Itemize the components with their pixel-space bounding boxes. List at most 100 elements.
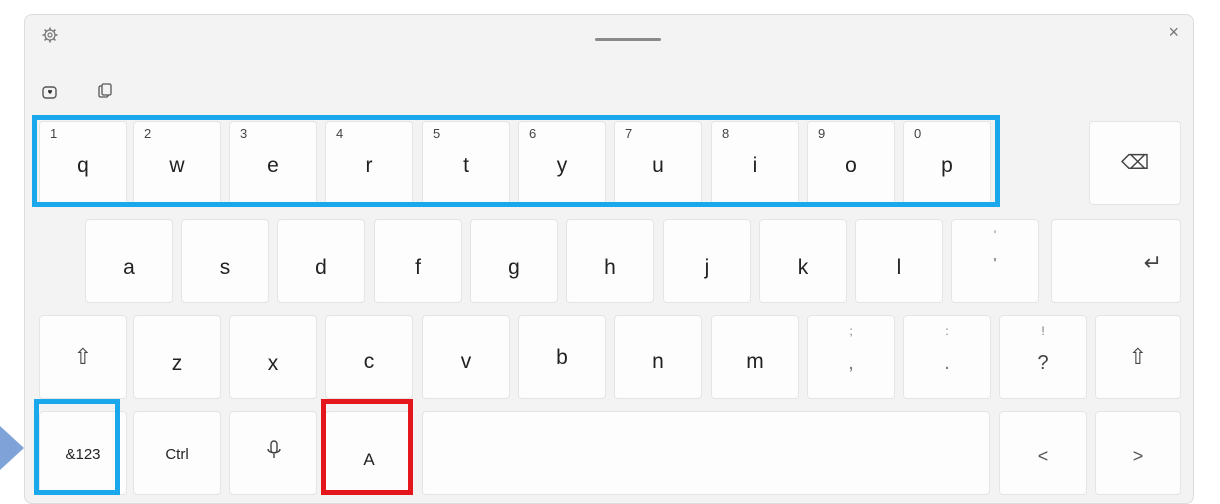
right-arrow-icon: > xyxy=(1132,446,1144,467)
key-letter: u xyxy=(652,154,664,177)
key-letter: p xyxy=(941,154,953,177)
enter-icon: ↵ xyxy=(1143,250,1162,275)
pointer-arrow xyxy=(0,426,24,470)
key-j[interactable]: j xyxy=(663,219,751,303)
key-letter: q xyxy=(77,154,89,177)
key-letter: n xyxy=(652,350,664,373)
key-letter: m xyxy=(746,350,764,373)
ime-mode-key[interactable]: A xyxy=(325,411,413,495)
key-letter: k xyxy=(797,256,809,279)
key-symbol: . xyxy=(944,352,950,374)
key-symbol: ' xyxy=(993,256,997,273)
key-letter: y xyxy=(556,154,568,177)
key-symbol: , xyxy=(848,352,854,374)
key-letter: a xyxy=(123,256,135,279)
key-a[interactable]: a xyxy=(85,219,173,303)
voice-typing-key[interactable] xyxy=(229,411,317,495)
key-letter: x xyxy=(267,352,279,375)
key-hint: 3 xyxy=(240,126,248,141)
key-hint: 6 xyxy=(529,126,537,141)
key-e[interactable]: 3e xyxy=(229,121,317,205)
left-arrow-key[interactable]: < xyxy=(999,411,1087,495)
backspace-icon: ⌫ xyxy=(1120,152,1150,174)
key-u[interactable]: 7u xyxy=(614,121,702,205)
key-letter: v xyxy=(460,350,472,373)
key-letter: f xyxy=(415,256,421,279)
touch-keyboard: × 1q 2w 3e 4r 5t 6y 7u 8i 9o 0p ⌫ a s d … xyxy=(24,14,1194,504)
key-w[interactable]: 2w xyxy=(133,121,221,205)
key-alt-symbol: ' xyxy=(993,228,997,242)
key-letter: b xyxy=(556,346,568,369)
key-s[interactable]: s xyxy=(181,219,269,303)
key-l[interactable]: l xyxy=(855,219,943,303)
key-hint: 4 xyxy=(336,126,344,141)
key-c[interactable]: c xyxy=(325,315,413,399)
key-letter: t xyxy=(463,154,469,177)
shift-icon: ⇧ xyxy=(1128,344,1148,369)
settings-gear-icon[interactable] xyxy=(42,27,58,43)
clipboard-icon[interactable] xyxy=(97,83,113,99)
ctrl-label: Ctrl xyxy=(165,446,189,464)
key-t[interactable]: 5t xyxy=(422,121,510,205)
symbols-key[interactable]: &123 xyxy=(39,411,127,495)
key-n[interactable]: n xyxy=(614,315,702,399)
key-p[interactable]: 0p xyxy=(903,121,991,205)
key-letter: e xyxy=(267,154,279,177)
shift-icon: ⇧ xyxy=(73,344,93,369)
key-apostrophe[interactable]: ' ' xyxy=(951,219,1039,303)
key-alt-symbol: ! xyxy=(1041,324,1045,338)
key-o[interactable]: 9o xyxy=(807,121,895,205)
emoji-panel-icon[interactable] xyxy=(42,85,58,101)
key-hint: 5 xyxy=(433,126,441,141)
key-letter: i xyxy=(752,154,758,177)
key-letter: c xyxy=(363,350,375,373)
key-d[interactable]: d xyxy=(277,219,365,303)
key-q[interactable]: 1q xyxy=(39,121,127,205)
key-h[interactable]: h xyxy=(566,219,654,303)
key-letter: d xyxy=(315,256,327,279)
key-alt-symbol: ; xyxy=(849,324,853,338)
key-k[interactable]: k xyxy=(759,219,847,303)
key-question[interactable]: ! ? xyxy=(999,315,1087,399)
key-hint: 1 xyxy=(50,126,58,141)
key-f[interactable]: f xyxy=(374,219,462,303)
backspace-key[interactable]: ⌫ xyxy=(1089,121,1181,205)
symbols-label: &123 xyxy=(65,446,101,464)
right-arrow-key[interactable]: > xyxy=(1095,411,1181,495)
ime-label: A xyxy=(363,449,375,469)
left-shift-key[interactable]: ⇧ xyxy=(39,315,127,399)
key-b[interactable]: b xyxy=(518,315,606,399)
key-r[interactable]: 4r xyxy=(325,121,413,205)
key-i[interactable]: 8i xyxy=(711,121,799,205)
key-letter: s xyxy=(219,256,231,279)
key-hint: 8 xyxy=(722,126,730,141)
key-y[interactable]: 6y xyxy=(518,121,606,205)
key-hint: 9 xyxy=(818,126,826,141)
key-letter: z xyxy=(171,352,183,375)
key-symbol: ? xyxy=(1037,352,1049,374)
close-icon[interactable]: × xyxy=(1168,23,1179,41)
enter-key[interactable]: ↵ xyxy=(1051,219,1181,303)
key-period[interactable]: : . xyxy=(903,315,991,399)
key-letter: l xyxy=(896,256,902,279)
key-letter: g xyxy=(508,256,520,279)
key-comma[interactable]: ; , xyxy=(807,315,895,399)
left-arrow-icon: < xyxy=(1037,446,1049,467)
key-letter: w xyxy=(169,154,185,177)
key-hint: 2 xyxy=(144,126,152,141)
key-letter: h xyxy=(604,256,616,279)
microphone-icon xyxy=(266,440,282,462)
space-key[interactable] xyxy=(422,411,990,495)
key-m[interactable]: m xyxy=(711,315,799,399)
key-v[interactable]: v xyxy=(422,315,510,399)
key-hint: 0 xyxy=(914,126,922,141)
key-letter: o xyxy=(845,154,857,177)
key-g[interactable]: g xyxy=(470,219,558,303)
drag-handle[interactable] xyxy=(595,38,661,41)
right-shift-key[interactable]: ⇧ xyxy=(1095,315,1181,399)
key-z[interactable]: z xyxy=(133,315,221,399)
key-letter: r xyxy=(365,154,373,177)
key-x[interactable]: x xyxy=(229,315,317,399)
ctrl-key[interactable]: Ctrl xyxy=(133,411,221,495)
key-hint: 7 xyxy=(625,126,633,141)
